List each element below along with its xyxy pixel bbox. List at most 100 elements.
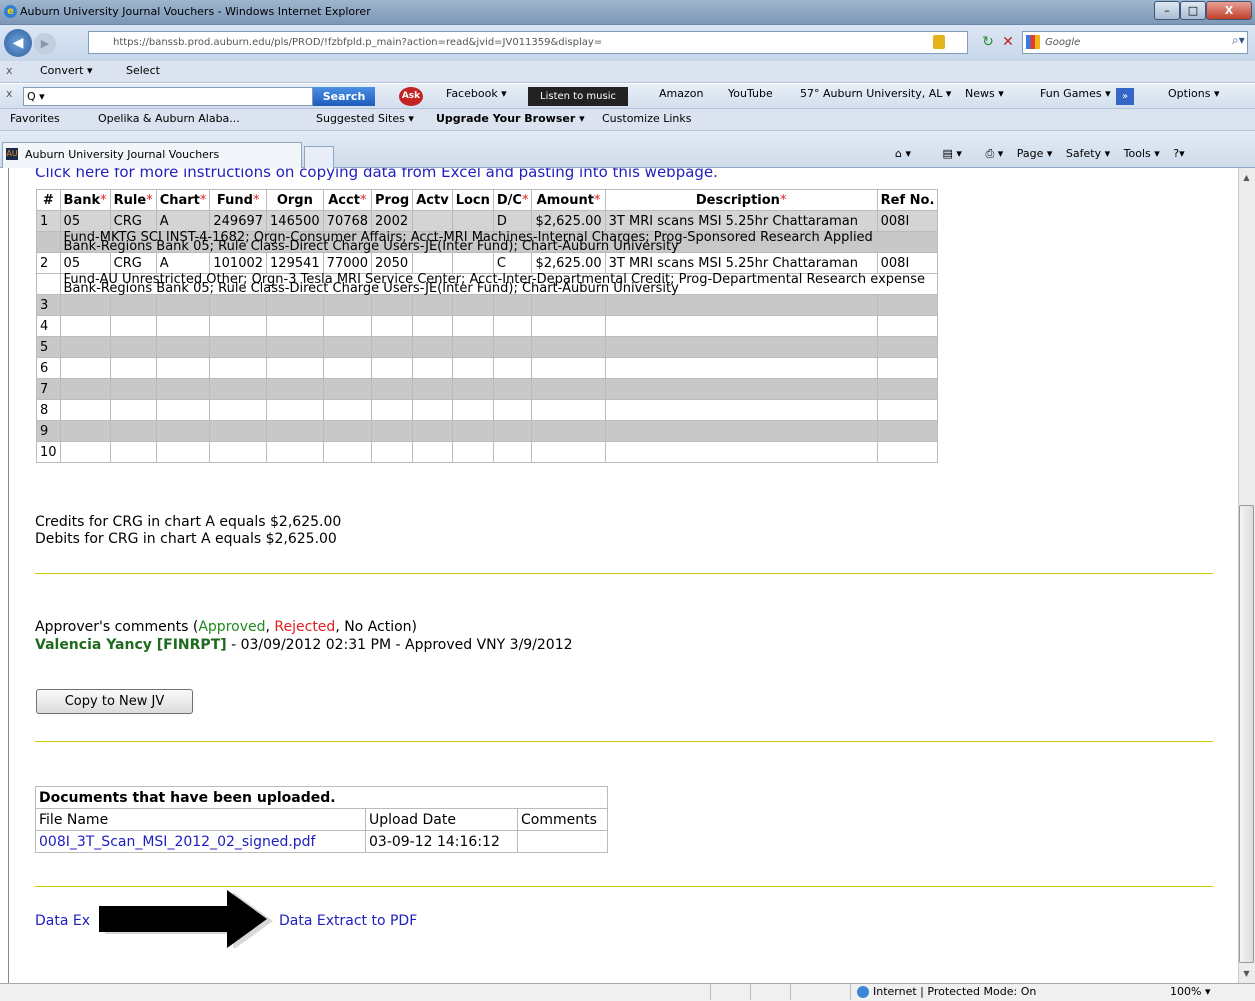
empty-cell[interactable] — [109, 336, 157, 358]
empty-cell[interactable] — [492, 399, 533, 421]
empty-cell[interactable] — [59, 378, 111, 400]
empty-cell[interactable] — [451, 441, 494, 463]
orgn-cell[interactable]: 146500 — [266, 210, 324, 232]
empty-cell[interactable] — [322, 315, 373, 337]
empty-cell[interactable] — [266, 441, 324, 463]
empty-cell[interactable] — [412, 420, 453, 442]
toolbar-close-icon[interactable]: x — [6, 64, 13, 77]
prog-cell[interactable]: 2050 — [371, 252, 414, 274]
fund-cell[interactable]: 249697 — [209, 210, 268, 232]
fund-cell[interactable]: 101002 — [209, 252, 268, 274]
new-tab-button[interactable] — [304, 146, 334, 168]
empty-cell[interactable] — [604, 378, 878, 400]
copy-to-new-jv-button[interactable]: Copy to New JV — [36, 689, 193, 714]
empty-cell[interactable] — [155, 378, 211, 400]
tab-journal-vouchers[interactable]: Auburn University Journal Vouchers — [2, 142, 302, 168]
ref-cell[interactable]: 008I — [876, 210, 939, 232]
convert-button[interactable]: Convert ▾ — [40, 64, 93, 77]
back-button[interactable]: ◀ — [4, 29, 32, 57]
instructions-link[interactable]: Click here for more instructions on copy… — [35, 168, 718, 181]
empty-cell[interactable] — [371, 420, 414, 442]
youtube-button[interactable]: YouTube — [728, 87, 773, 100]
stop-icon[interactable]: ✕ — [998, 32, 1018, 52]
empty-cell[interactable] — [209, 315, 268, 337]
rule-cell[interactable]: CRG — [109, 252, 157, 274]
suggested-sites-button[interactable]: Suggested Sites ▾ — [316, 112, 414, 125]
empty-cell[interactable] — [209, 294, 268, 316]
empty-cell[interactable] — [604, 420, 878, 442]
amount-cell[interactable]: $2,625.00 — [531, 252, 606, 274]
empty-cell[interactable] — [322, 357, 373, 379]
empty-cell[interactable] — [109, 399, 157, 421]
data-extract-excel-link[interactable]: Data Ex — [35, 913, 90, 929]
toolbar-search-button[interactable]: Search — [313, 87, 375, 106]
empty-cell[interactable] — [59, 420, 111, 442]
bank-cell[interactable]: 05 — [59, 210, 111, 232]
empty-cell[interactable] — [451, 315, 494, 337]
address-input[interactable]: https://banssb.prod.auburn.edu/pls/PROD/… — [88, 31, 968, 54]
lock-icon[interactable] — [933, 35, 945, 49]
empty-cell[interactable] — [109, 315, 157, 337]
empty-cell[interactable] — [876, 441, 939, 463]
scrollbar-thumb[interactable] — [1239, 505, 1254, 963]
empty-cell[interactable] — [604, 336, 878, 358]
empty-cell[interactable] — [266, 378, 324, 400]
empty-cell[interactable] — [492, 420, 533, 442]
empty-cell[interactable] — [209, 357, 268, 379]
empty-cell[interactable] — [451, 294, 494, 316]
safety-menu[interactable]: Safety ▾ — [1066, 147, 1110, 160]
empty-cell[interactable] — [266, 294, 324, 316]
empty-cell[interactable] — [155, 336, 211, 358]
empty-cell[interactable] — [412, 357, 453, 379]
empty-cell[interactable] — [59, 315, 111, 337]
empty-cell[interactable] — [876, 399, 939, 421]
empty-cell[interactable] — [531, 294, 606, 316]
empty-cell[interactable] — [322, 441, 373, 463]
empty-cell[interactable] — [371, 399, 414, 421]
description-cell[interactable]: 3T MRI scans MSI 5.25hr Chattaraman — [604, 252, 878, 274]
empty-cell[interactable] — [492, 441, 533, 463]
empty-cell[interactable] — [209, 420, 268, 442]
chart-cell[interactable]: A — [155, 252, 211, 274]
search-icon[interactable]: ⌕▾ — [1232, 33, 1245, 48]
empty-cell[interactable] — [109, 294, 157, 316]
empty-cell[interactable] — [59, 357, 111, 379]
empty-cell[interactable] — [876, 294, 939, 316]
empty-cell[interactable] — [451, 378, 494, 400]
toolbar-close-icon[interactable]: x — [6, 87, 13, 100]
prog-cell[interactable]: 2002 — [371, 210, 414, 232]
empty-cell[interactable] — [371, 378, 414, 400]
page-menu[interactable]: Page ▾ — [1017, 147, 1053, 160]
uploaded-file-link[interactable]: 008I_3T_Scan_MSI_2012_02_signed.pdf — [39, 834, 315, 850]
empty-cell[interactable] — [492, 294, 533, 316]
rule-cell[interactable]: CRG — [109, 210, 157, 232]
empty-cell[interactable] — [371, 336, 414, 358]
empty-cell[interactable] — [155, 294, 211, 316]
empty-cell[interactable] — [412, 399, 453, 421]
empty-cell[interactable] — [876, 378, 939, 400]
empty-cell[interactable] — [109, 357, 157, 379]
weather-button[interactable]: 57° Auburn University, AL ▾ — [800, 87, 951, 100]
locn-cell[interactable] — [451, 210, 494, 232]
empty-cell[interactable] — [604, 441, 878, 463]
print-icon[interactable]: ⎙ ▾ — [985, 147, 1003, 160]
empty-cell[interactable] — [322, 420, 373, 442]
help-icon[interactable]: ?▾ — [1173, 147, 1184, 160]
empty-cell[interactable] — [266, 357, 324, 379]
empty-cell[interactable] — [209, 441, 268, 463]
empty-cell[interactable] — [531, 399, 606, 421]
empty-cell[interactable] — [451, 336, 494, 358]
ask-button[interactable]: Ask — [399, 87, 423, 106]
upgrade-browser-button[interactable]: Upgrade Your Browser ▾ — [436, 112, 585, 125]
scroll-down-icon[interactable]: ▼ — [1239, 966, 1254, 981]
home-icon[interactable]: ⌂ ▾ — [895, 147, 911, 160]
empty-cell[interactable] — [209, 336, 268, 358]
empty-cell[interactable] — [531, 420, 606, 442]
refresh-icon[interactable]: ↻ — [978, 32, 998, 52]
empty-cell[interactable] — [155, 441, 211, 463]
empty-cell[interactable] — [604, 399, 878, 421]
empty-cell[interactable] — [876, 315, 939, 337]
empty-cell[interactable] — [531, 441, 606, 463]
empty-cell[interactable] — [604, 357, 878, 379]
empty-cell[interactable] — [451, 357, 494, 379]
